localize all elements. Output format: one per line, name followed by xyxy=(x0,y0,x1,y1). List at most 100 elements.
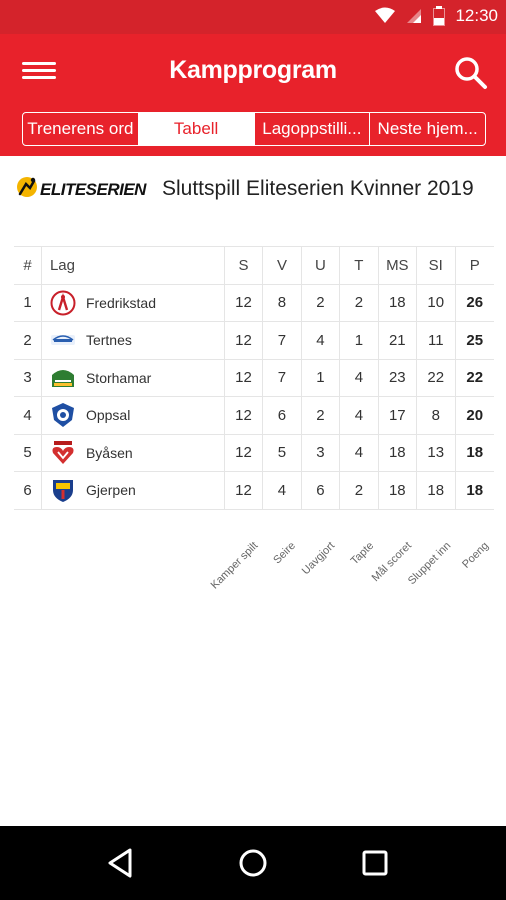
goals-for: 18 xyxy=(379,434,418,471)
played: 12 xyxy=(225,472,264,509)
goals-against: 13 xyxy=(417,434,456,471)
header-rank: # xyxy=(14,247,42,284)
goals-for: 21 xyxy=(379,322,418,359)
points: 18 xyxy=(466,481,484,499)
goals-for: 18 xyxy=(379,284,418,321)
table-row[interactable]: 5 Byåsen 12 5 3 4 18 13 18 xyxy=(14,434,494,472)
row-rank: 3 xyxy=(14,359,42,396)
table-header: # Lag S V U T MS SI P xyxy=(14,247,494,285)
team-name: Storhamar xyxy=(85,369,152,386)
tab-trenerens-ord[interactable]: Trenerens ord xyxy=(23,113,139,145)
back-icon[interactable] xyxy=(104,846,138,880)
played: 12 xyxy=(225,322,264,359)
draws: 2 xyxy=(302,397,341,434)
points: 20 xyxy=(466,406,484,424)
eliteserien-logo: ELITESERIEN xyxy=(17,177,148,199)
legend-wins: Seire xyxy=(271,539,299,567)
gjerpen-logo-icon xyxy=(52,480,73,503)
oppsal-logo-icon xyxy=(51,403,74,428)
row-team: Fredrikstad xyxy=(42,284,225,321)
league-title: Sluttspill Eliteserien Kvinner 2019 xyxy=(162,177,474,200)
tab-tabell[interactable]: Tabell xyxy=(138,113,255,145)
points: 26 xyxy=(466,294,484,312)
home-icon[interactable] xyxy=(236,846,270,880)
status-time: 12:30 xyxy=(455,6,498,25)
status-bar: 12:30 xyxy=(0,0,506,34)
header-goals-against: SI xyxy=(417,247,456,284)
header-played: S xyxy=(225,247,264,284)
table-row[interactable]: 2 Tertnes 12 7 4 1 21 11 25 xyxy=(14,322,494,360)
header-losses: T xyxy=(340,247,379,284)
losses: 4 xyxy=(340,434,379,471)
byasen-logo-icon xyxy=(52,440,74,464)
row-rank: 6 xyxy=(14,472,42,509)
row-rank: 4 xyxy=(14,397,42,434)
goals-against: 22 xyxy=(417,359,456,396)
draws: 3 xyxy=(302,434,341,471)
played: 12 xyxy=(225,284,264,321)
tab-bar: Trenerens ord Tabell Lagoppstilli... Nes… xyxy=(22,112,486,146)
wins: 7 xyxy=(263,359,302,396)
wins: 4 xyxy=(263,472,302,509)
wifi-icon xyxy=(375,7,396,23)
goals-against: 8 xyxy=(417,397,456,434)
fredrikstad-logo-icon xyxy=(50,290,76,316)
row-team: Gjerpen xyxy=(42,472,225,509)
goals-for: 17 xyxy=(379,397,418,434)
legend-draws: Uavgjort xyxy=(299,539,338,578)
system-nav-bar xyxy=(0,826,506,900)
row-rank: 5 xyxy=(14,434,42,471)
legend-points: Poeng xyxy=(460,539,492,571)
header-points: P xyxy=(469,256,480,274)
header-team: Lag xyxy=(42,247,225,284)
table-row[interactable]: 4 Oppsal 12 6 2 4 17 8 20 xyxy=(14,397,494,435)
goals-against: 11 xyxy=(417,322,456,359)
standings-table: # Lag S V U T MS SI P 1 Fredrikstad 12 8… xyxy=(14,246,494,510)
wins: 6 xyxy=(263,397,302,434)
goals-against: 10 xyxy=(417,284,456,321)
tab-bar-container: Trenerens ord Tabell Lagoppstilli... Nes… xyxy=(0,110,506,156)
played: 12 xyxy=(225,434,264,471)
wins: 8 xyxy=(263,284,302,321)
table-row[interactable]: 3 Storhamar 12 7 1 4 23 22 22 xyxy=(14,359,494,397)
league-header: ELITESERIEN Sluttspill Eliteserien Kvinn… xyxy=(0,156,506,242)
team-name: Fredrikstad xyxy=(85,294,156,311)
losses: 2 xyxy=(340,284,379,321)
played: 12 xyxy=(225,359,264,396)
svg-text:ELITESERIEN: ELITESERIEN xyxy=(40,180,147,199)
row-team: Storhamar xyxy=(42,359,225,396)
losses: 2 xyxy=(340,472,379,509)
draws: 2 xyxy=(302,284,341,321)
draws: 6 xyxy=(302,472,341,509)
tab-neste-hjemmekamp[interactable]: Neste hjem... xyxy=(370,113,485,145)
points: 25 xyxy=(466,331,484,349)
signal-icon xyxy=(407,9,422,23)
search-icon[interactable] xyxy=(454,56,488,90)
legend-played: Kamper spilt xyxy=(208,539,261,592)
battery-icon xyxy=(433,6,446,26)
goals-against: 18 xyxy=(417,472,456,509)
storhamar-logo-icon xyxy=(51,369,74,387)
header-wins: V xyxy=(263,247,302,284)
points: 22 xyxy=(466,369,484,387)
header-draws: U xyxy=(302,247,341,284)
team-name: Oppsal xyxy=(85,407,131,424)
team-name: Byåsen xyxy=(85,444,133,461)
draws: 4 xyxy=(302,322,341,359)
column-legend: Kamper spilt Seire Uavgjort Tapte Mål sc… xyxy=(14,516,494,592)
page-title: Kampprogram xyxy=(169,56,337,84)
played: 12 xyxy=(225,397,264,434)
goals-for: 18 xyxy=(379,472,418,509)
table-row[interactable]: 6 Gjerpen 12 4 6 2 18 18 18 xyxy=(14,472,494,510)
tab-lagoppstilling[interactable]: Lagoppstilli... xyxy=(255,113,371,145)
losses: 1 xyxy=(340,322,379,359)
losses: 4 xyxy=(340,397,379,434)
legend-losses: Tapte xyxy=(348,539,377,568)
row-team: Tertnes xyxy=(42,322,225,359)
recents-icon[interactable] xyxy=(358,846,392,880)
table-row[interactable]: 1 Fredrikstad 12 8 2 2 18 10 26 xyxy=(14,284,494,322)
goals-for: 23 xyxy=(379,359,418,396)
row-rank: 1 xyxy=(14,284,42,321)
wins: 7 xyxy=(263,322,302,359)
row-rank: 2 xyxy=(14,322,42,359)
